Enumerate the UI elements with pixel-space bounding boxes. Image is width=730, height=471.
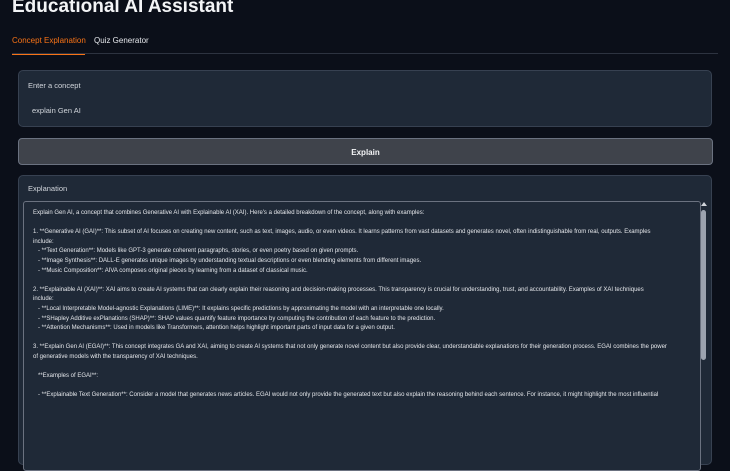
concept-panel: Enter a concept <box>18 70 712 127</box>
explanation-line: include: <box>33 296 54 303</box>
tab-bar: Concept Explanation Quiz Generator <box>12 32 718 55</box>
tab-quiz-generator[interactable]: Quiz Generator <box>94 32 149 53</box>
explanation-line: - **Explainable Text Generation**: Consi… <box>33 392 659 399</box>
explanation-line: **Examples of EGAI**: <box>33 373 99 380</box>
scroll-up-arrow-icon[interactable] <box>701 202 707 206</box>
scrollbar-thumb[interactable] <box>701 210 706 360</box>
explanation-blank-line <box>33 219 684 229</box>
explanation-line: 1. **Generative AI (GAI)**: This subset … <box>33 229 651 236</box>
explanation-blank-line <box>33 276 684 286</box>
tab-divider <box>12 53 718 54</box>
explain-button[interactable]: Explain <box>18 138 713 165</box>
concept-label: Enter a concept <box>28 81 81 90</box>
concept-input[interactable] <box>23 98 707 122</box>
explanation-line: - **Music Composition**: AIVA composes o… <box>33 267 308 274</box>
explanation-blank-line <box>33 334 684 344</box>
explanation-line: 3. **Explain Gen AI (EGAI)**: This conce… <box>33 344 667 351</box>
explanation-blank-line <box>33 382 684 392</box>
explanation-line: of generative models with the transparen… <box>33 353 198 360</box>
explanation-line: - **Local Interpretable Model-agnostic E… <box>33 305 444 312</box>
explanation-line: Explain Gen AI, a concept that combines … <box>33 210 425 216</box>
explanation-panel: Explanation Explain Gen AI, a concept th… <box>18 175 712 471</box>
tab-concept-explanation[interactable]: Concept Explanation <box>12 32 86 55</box>
explanation-line: - **SHapley Additive exPlanations (SHAP)… <box>33 315 436 322</box>
explanation-line: - **Text Generation**: Models like GPT-3… <box>33 248 359 255</box>
explanation-textarea[interactable]: Explain Gen AI, a concept that combines … <box>23 201 701 471</box>
explanation-label: Explanation <box>28 184 68 193</box>
explanation-blank-line <box>33 363 684 373</box>
page-title: Educational AI Assistant <box>12 0 234 17</box>
explanation-line: - **Attention Mechanisms**: Used in mode… <box>33 325 395 332</box>
explanation-line: include: <box>33 238 54 245</box>
explanation-scrollbar[interactable] <box>700 202 707 452</box>
explanation-line: - **Image Synthesis**: DALL-E generates … <box>33 257 422 264</box>
explanation-line: 2. **Explainable AI (XAI)**: XAI aims to… <box>33 286 644 293</box>
